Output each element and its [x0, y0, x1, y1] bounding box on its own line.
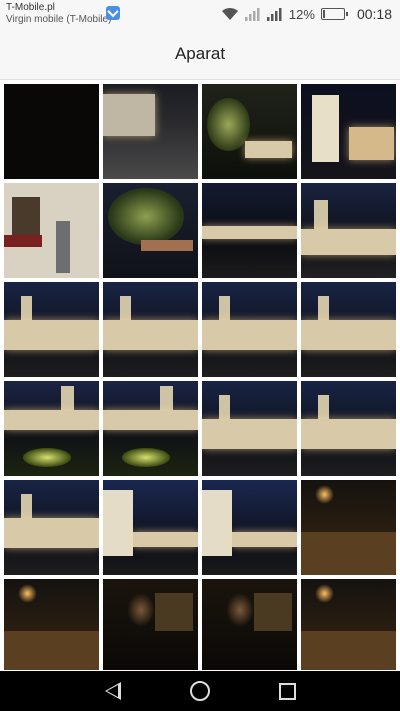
photo-thumbnail[interactable] [4, 183, 99, 278]
photo-thumbnail[interactable] [202, 183, 297, 278]
photo-thumbnail[interactable] [301, 480, 396, 575]
photo-thumbnail[interactable] [202, 480, 297, 575]
wifi-icon [221, 7, 238, 20]
photo-thumbnail[interactable] [202, 579, 297, 670]
back-icon[interactable] [104, 682, 121, 700]
signal-icon-1 [244, 8, 260, 21]
photo-thumbnail[interactable] [301, 183, 396, 278]
carrier-subname: Virgin mobile (T-Mobile) [6, 14, 112, 25]
photo-thumbnail[interactable] [103, 84, 198, 179]
photo-thumbnail[interactable] [103, 579, 198, 670]
photo-thumbnail[interactable] [4, 579, 99, 670]
photo-thumbnail[interactable] [301, 579, 396, 670]
photo-thumbnail[interactable] [103, 381, 198, 476]
carrier-name: T-Mobile.pl [6, 2, 55, 13]
status-bar: T-Mobile.pl Virgin mobile (T-Mobile) 12%… [0, 0, 400, 28]
photo-thumbnail[interactable] [4, 282, 99, 377]
photo-thumbnail[interactable] [4, 480, 99, 575]
photo-thumbnail[interactable] [202, 381, 297, 476]
photo-grid [4, 84, 396, 670]
photo-thumbnail[interactable] [4, 84, 99, 179]
battery-icon [320, 8, 348, 20]
photo-thumbnail[interactable] [202, 282, 297, 377]
photo-thumbnail[interactable] [103, 183, 198, 278]
photo-thumbnail[interactable] [301, 381, 396, 476]
page-title: Aparat [174, 43, 226, 63]
signal-icon-2 [266, 8, 282, 21]
home-icon[interactable] [189, 681, 210, 701]
photo-thumbnail[interactable] [4, 381, 99, 476]
photo-thumbnail[interactable] [103, 480, 198, 575]
battery-percent: 12% [288, 6, 315, 22]
photo-thumbnail[interactable] [103, 282, 198, 377]
app-header: Aparat [0, 28, 400, 80]
navigation-bar [0, 671, 400, 711]
clock: 00:18 [356, 6, 392, 22]
photo-thumbnail[interactable] [301, 84, 396, 179]
carrier-info: T-Mobile.pl Virgin mobile (T-Mobile) [6, 2, 111, 26]
download-notification-icon [106, 6, 120, 20]
status-indicators: 12% 00:18 [221, 4, 392, 24]
recent-apps-icon[interactable] [278, 682, 296, 700]
photo-thumbnail[interactable] [202, 84, 297, 179]
photo-thumbnail[interactable] [301, 282, 396, 377]
